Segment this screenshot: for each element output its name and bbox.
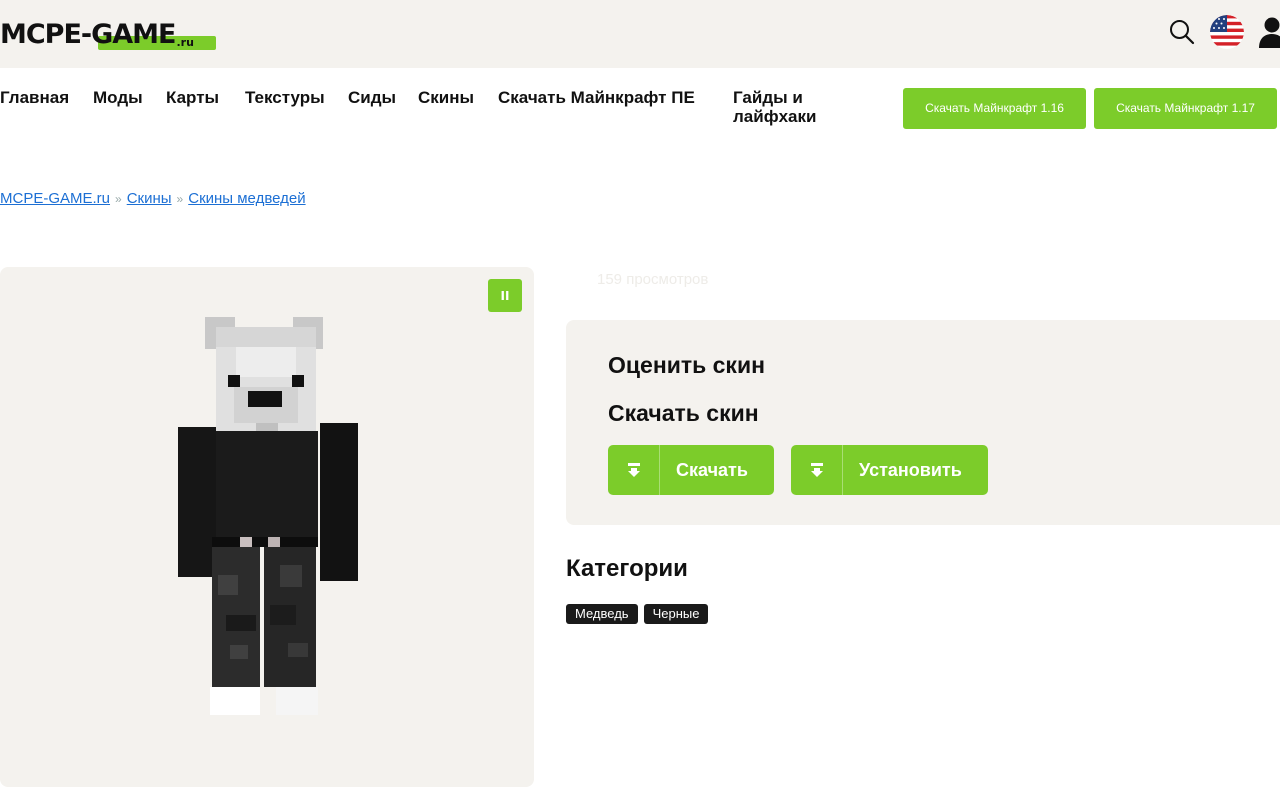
nav-item-mods[interactable]: Моды xyxy=(93,88,143,107)
header-actions xyxy=(1168,15,1280,49)
us-flag-icon[interactable] xyxy=(1210,15,1244,49)
nav-item-home[interactable]: Главная xyxy=(0,88,69,107)
download-minecraft-116-button[interactable]: Скачать Майнкрафт 1.16 xyxy=(903,88,1086,129)
download-minecraft-117-button[interactable]: Скачать Майнкрафт 1.17 xyxy=(1094,88,1277,129)
nav-item-download-minecraft-pe[interactable]: Скачать Майнкрафт ПЕ xyxy=(498,88,708,107)
tag-black[interactable]: Черные xyxy=(643,604,709,624)
nav-item-textures[interactable]: Текстуры xyxy=(245,88,325,107)
download-icon xyxy=(791,445,843,495)
download-button-label: Скачать xyxy=(676,459,748,480)
nav-item-maps[interactable]: Карты xyxy=(166,88,219,107)
view-count: 159 просмотров xyxy=(597,271,709,288)
logo-suffix: .ru xyxy=(176,36,194,49)
skin-actions-panel: Оценить скин Скачать скин Скачать Устано… xyxy=(566,320,1280,525)
user-icon[interactable] xyxy=(1258,16,1280,48)
skin-model xyxy=(178,317,358,715)
install-button-label: Установить xyxy=(859,459,962,480)
skin-preview[interactable]: II xyxy=(0,267,534,787)
logo-text: MCPE-GAME xyxy=(0,19,176,50)
category-tags: Медведь Черные xyxy=(566,604,709,624)
site-logo[interactable]: MCPE-GAME .ru xyxy=(0,19,216,50)
install-button[interactable]: Установить xyxy=(791,445,988,495)
breadcrumb: MCPE-GAME.ru » Скины » Скины медведей xyxy=(0,190,306,207)
search-icon[interactable] xyxy=(1168,18,1196,46)
download-button[interactable]: Скачать xyxy=(608,445,774,495)
main-nav: Главная Моды Карты Текстуры Сиды Скины С… xyxy=(0,88,1280,140)
nav-item-seeds[interactable]: Сиды xyxy=(348,88,396,107)
rate-skin-title: Оценить скин xyxy=(608,352,765,378)
pause-label: II xyxy=(500,288,510,303)
breadcrumb-link-bear-skins[interactable]: Скины медведей xyxy=(188,190,305,207)
site-header: MCPE-GAME .ru xyxy=(0,0,1280,68)
nav-item-guides[interactable]: Гайды и лайфхаки xyxy=(733,88,843,126)
nav-item-skins[interactable]: Скины xyxy=(418,88,474,107)
download-skin-title: Скачать скин xyxy=(608,400,759,426)
breadcrumb-link-skins[interactable]: Скины xyxy=(127,190,172,207)
tag-bear[interactable]: Медведь xyxy=(566,604,638,624)
categories-title: Категории xyxy=(566,555,688,582)
breadcrumb-separator: » xyxy=(115,191,122,206)
breadcrumb-link-home[interactable]: MCPE-GAME.ru xyxy=(0,190,110,207)
pause-icon[interactable]: II xyxy=(488,279,522,312)
breadcrumb-separator: » xyxy=(176,191,184,206)
download-icon xyxy=(608,445,660,495)
